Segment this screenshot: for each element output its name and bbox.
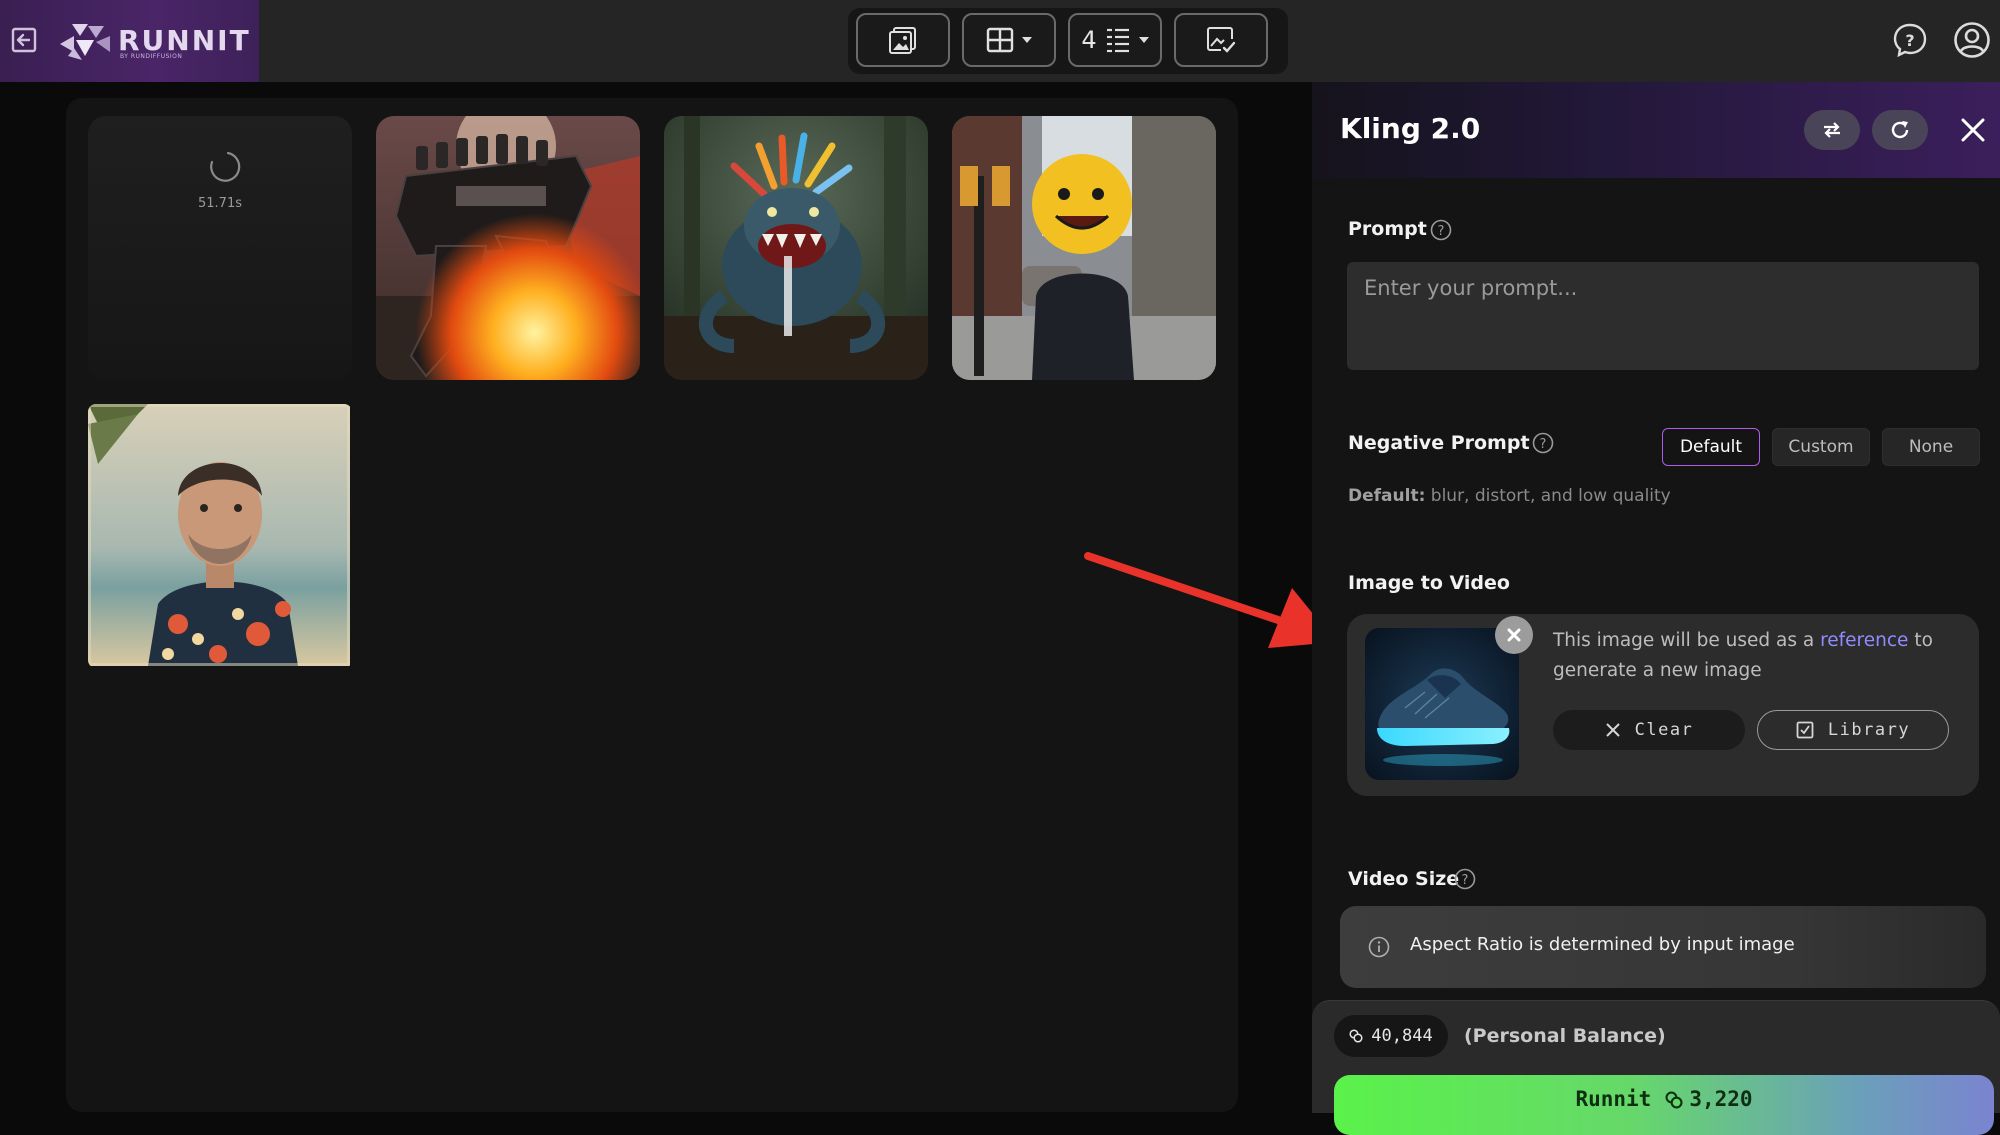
clear-button-label: Clear [1634, 720, 1694, 740]
reference-image-thumbnail[interactable] [1365, 628, 1519, 780]
default-note-label: Default: [1348, 486, 1426, 506]
close-icon [1507, 628, 1521, 642]
balance-value: 40,844 [1371, 1026, 1433, 1046]
negative-none-option[interactable]: None [1882, 428, 1980, 466]
reset-button[interactable] [1872, 110, 1928, 150]
images-count-value: 4 [1081, 26, 1097, 54]
library-button[interactable]: Library [1757, 710, 1949, 750]
video-size-label: Video Size [1348, 868, 1460, 890]
generated-image-creature[interactable] [664, 116, 928, 380]
gallery-view-button[interactable] [856, 13, 950, 67]
brand-area: RUNNIT BY RUNDIFFUSION [0, 0, 259, 82]
clear-image-button[interactable]: Clear [1553, 710, 1745, 750]
reference-link[interactable]: reference [1820, 630, 1908, 651]
prompt-input[interactable] [1347, 262, 1979, 370]
aspect-ratio-text: Aspect Ratio is determined by input imag… [1410, 934, 1795, 955]
swap-model-button[interactable] [1804, 110, 1860, 150]
grid-icon [986, 27, 1014, 53]
generation-timer: 51.71s [198, 196, 242, 211]
aspect-ratio-info: Aspect Ratio is determined by input imag… [1340, 906, 1986, 988]
list-icon [1106, 28, 1129, 53]
coins-icon [1349, 1029, 1363, 1043]
coins-icon [1665, 1091, 1683, 1109]
image-to-video-label: Image to Video [1348, 572, 1510, 594]
runnit-button[interactable]: Runnit 3,220 [1334, 1075, 1994, 1135]
image-gallery-icon [889, 27, 916, 54]
close-icon[interactable] [1958, 115, 1988, 145]
refresh-icon [1891, 121, 1909, 139]
runnit-logo-icon [58, 22, 112, 62]
chevron-down-icon [1138, 37, 1149, 43]
generated-image-mech[interactable] [376, 116, 640, 380]
help-circle-icon[interactable]: ? [1532, 432, 1554, 454]
help-circle-icon[interactable]: ? [1454, 868, 1476, 890]
grid-layout-button[interactable] [962, 13, 1056, 67]
model-title: Kling 2.0 [1340, 112, 1481, 145]
pending-generation-tile: 51.71s [88, 116, 352, 380]
prompt-label: Prompt [1348, 218, 1427, 240]
loading-spinner-icon [210, 151, 241, 182]
image-check-icon [1207, 27, 1236, 53]
run-cost: 3,220 [1665, 1087, 1753, 1135]
remove-image-button[interactable] [1495, 616, 1533, 654]
view-toolbar: 4 [848, 8, 1288, 74]
negative-default-note: Default: blur, distort, and low quality [1348, 486, 1671, 506]
top-bar: RUNNIT BY RUNDIFFUSION 4 ? [0, 0, 2000, 82]
panel-header: Kling 2.0 [1312, 82, 2000, 178]
negative-custom-option[interactable]: Custom [1772, 428, 1870, 466]
default-note-value: blur, distort, and low quality [1430, 486, 1671, 506]
library-button-label: Library [1827, 720, 1911, 740]
image-to-video-card: This image will be used as a reference t… [1347, 614, 1979, 796]
svg-text:?: ? [1462, 873, 1469, 888]
generation-gallery: 51.71s [66, 98, 1238, 1112]
negative-default-option[interactable]: Default [1662, 428, 1760, 466]
svg-text:?: ? [1905, 31, 1914, 50]
close-icon [1605, 723, 1620, 737]
negative-prompt-label: Negative Prompt [1348, 432, 1530, 454]
chevron-down-icon [1022, 37, 1032, 43]
svg-text:?: ? [1540, 437, 1547, 452]
svg-text:?: ? [1438, 224, 1445, 239]
info-icon [1368, 936, 1390, 958]
exit-icon[interactable] [10, 26, 38, 54]
brand-tagline: BY RUNDIFFUSION [120, 53, 183, 60]
run-button-label: Runnit [1575, 1087, 1652, 1111]
user-account-icon[interactable] [1953, 21, 1991, 59]
select-images-button[interactable] [1174, 13, 1268, 67]
run-footer: 40,844 (Personal Balance) Runnit 3,220 [1312, 1000, 2000, 1135]
balance-label: (Personal Balance) [1464, 1025, 1666, 1047]
help-circle-icon[interactable]: ? [1430, 219, 1452, 241]
model-settings-panel: Kling 2.0 Prompt ? Negative Prompt ? Def… [1312, 82, 2000, 1112]
checkbox-icon [1796, 721, 1814, 739]
image-to-video-description: This image will be used as a reference t… [1553, 626, 1953, 686]
run-cost-value: 3,220 [1689, 1087, 1753, 1111]
generated-image-emoji-man[interactable] [952, 116, 1216, 380]
swap-icon [1824, 122, 1840, 138]
images-count-button[interactable]: 4 [1068, 13, 1162, 67]
help-icon[interactable]: ? [1892, 22, 1928, 58]
balance-chip: 40,844 [1334, 1015, 1448, 1057]
generated-image-beach-man[interactable] [88, 404, 352, 668]
description-text-start: This image will be used as a [1553, 630, 1815, 651]
